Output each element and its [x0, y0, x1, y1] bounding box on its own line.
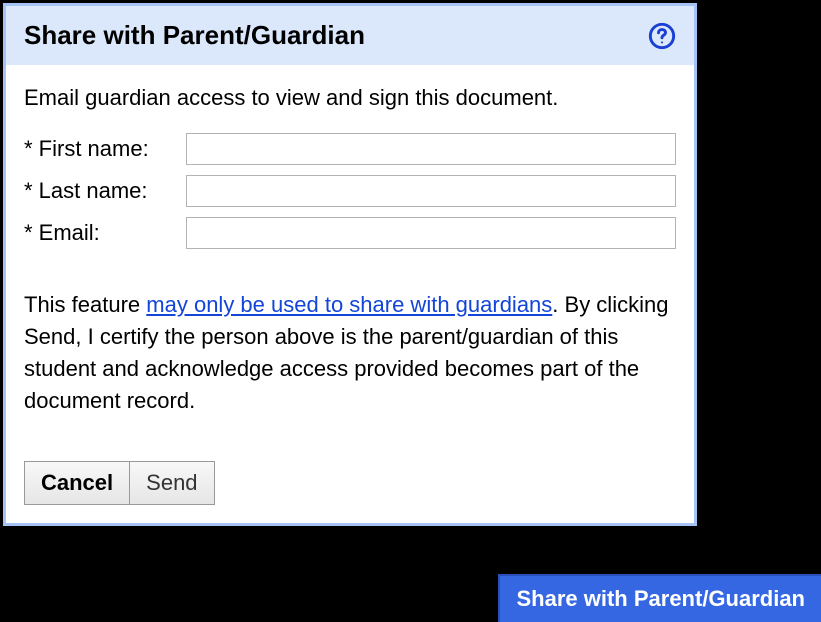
first-name-input[interactable]: [186, 133, 676, 165]
guardians-link[interactable]: may only be used to share with guardians: [146, 292, 552, 317]
button-row: Cancel Send: [24, 461, 676, 505]
dialog-title: Share with Parent/Guardian: [24, 20, 365, 51]
dialog-header: Share with Parent/Guardian: [6, 6, 694, 65]
first-name-label: * First name:: [24, 136, 186, 162]
email-label: * Email:: [24, 220, 186, 246]
form-row-email: * Email:: [24, 217, 676, 249]
help-icon[interactable]: [648, 22, 676, 50]
last-name-label: * Last name:: [24, 178, 186, 204]
share-toggle-button[interactable]: Share with Parent/Guardian: [498, 574, 821, 622]
instruction-text: Email guardian access to view and sign t…: [24, 85, 676, 111]
email-input[interactable]: [186, 217, 676, 249]
form-row-first-name: * First name:: [24, 133, 676, 165]
disclaimer-text: This feature may only be used to share w…: [24, 289, 676, 417]
last-name-input[interactable]: [186, 175, 676, 207]
dialog-body: Email guardian access to view and sign t…: [6, 65, 694, 523]
share-dialog: Share with Parent/Guardian Email guardia…: [3, 3, 697, 526]
cancel-button[interactable]: Cancel: [24, 461, 130, 505]
send-button[interactable]: Send: [130, 461, 214, 505]
form-row-last-name: * Last name:: [24, 175, 676, 207]
disclaimer-pre: This feature: [24, 292, 146, 317]
